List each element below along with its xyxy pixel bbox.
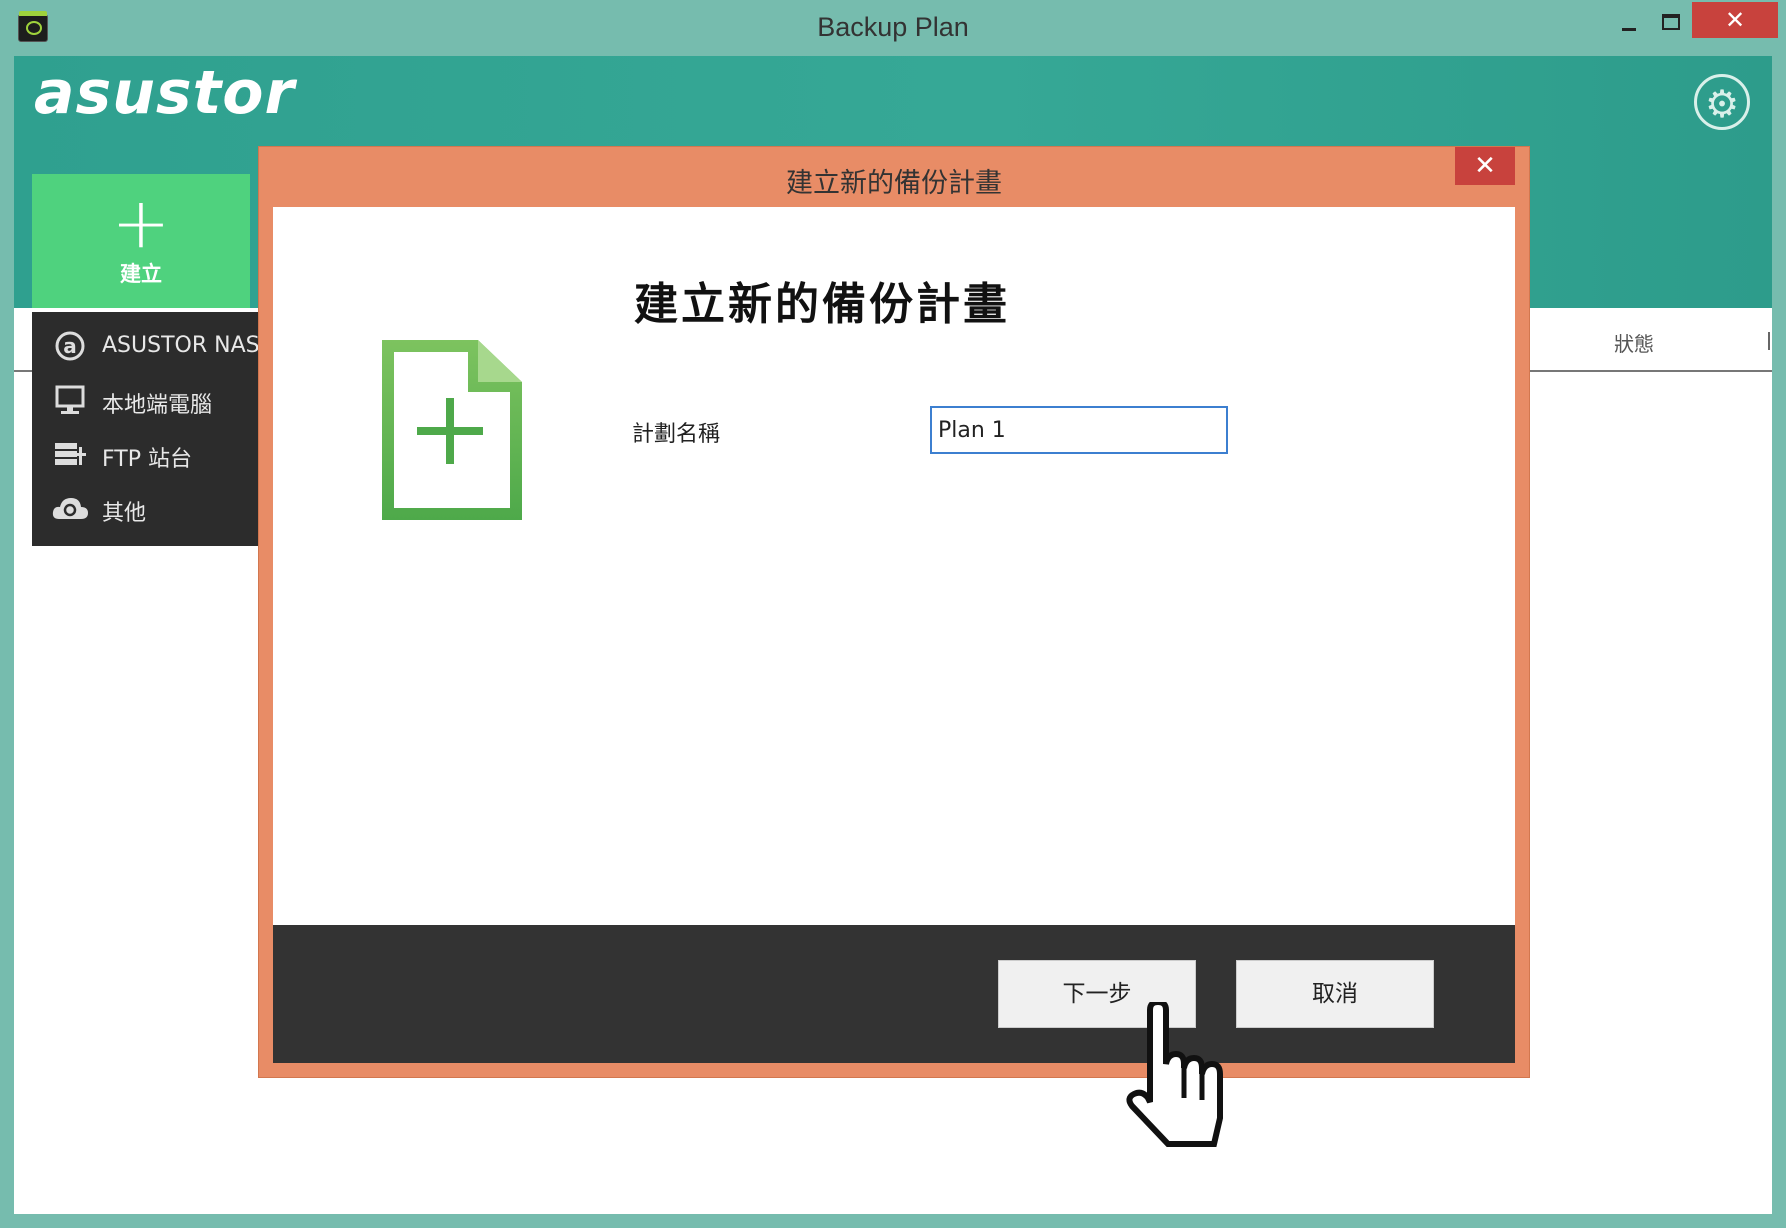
plan-name-label: 計劃名稱: [632, 422, 721, 447]
menu-item-asustor-nas[interactable]: a ASUSTOR NAS: [32, 320, 260, 372]
dialog-heading: 建立新的備份計畫: [634, 279, 1010, 330]
cancel-button[interactable]: 取消: [1236, 960, 1434, 1028]
create-button[interactable]: + 建立: [32, 174, 250, 308]
dialog-close-button[interactable]: ✕: [1455, 147, 1515, 185]
menu-item-label: 其他: [102, 501, 147, 526]
menu-item-label: FTP 站台: [102, 447, 192, 472]
column-header-status[interactable]: 狀態: [1614, 328, 1654, 357]
create-dropdown-menu: a ASUSTOR NAS 本地端電腦 FTP 站台 其他: [32, 312, 260, 546]
plan-name-input[interactable]: [930, 406, 1228, 454]
close-window-button[interactable]: ✕: [1692, 2, 1778, 38]
menu-item-local-pc[interactable]: 本地端電腦: [32, 374, 258, 426]
gear-icon[interactable]: ⚙: [1694, 74, 1750, 130]
dialog-title: 建立新的備份計畫: [786, 168, 1002, 199]
title-bar: Backup Plan ✕: [0, 0, 1786, 56]
plus-icon: +: [111, 182, 171, 264]
window-title: Backup Plan: [817, 12, 969, 42]
minimize-icon[interactable]: [1610, 14, 1650, 40]
maximize-icon[interactable]: [1650, 8, 1690, 38]
cloud-icon: [50, 492, 90, 524]
app-window: Backup Plan ✕ asustor ⚙ + 建立 狀態 a ASUSTO…: [0, 0, 1786, 1228]
menu-item-label: ASUSTOR NAS: [102, 333, 260, 358]
menu-item-other[interactable]: 其他: [32, 482, 258, 534]
create-button-label: 建立: [120, 262, 162, 286]
asustor-logo-icon: a: [50, 330, 90, 362]
hand-cursor-icon: [1124, 998, 1264, 1162]
menu-item-ftp[interactable]: FTP 站台: [32, 428, 258, 480]
column-divider[interactable]: [1768, 332, 1770, 350]
menu-item-label: 本地端電腦: [102, 393, 213, 418]
svg-text:a: a: [63, 334, 77, 358]
new-document-icon: [378, 336, 526, 524]
monitor-icon: [50, 384, 90, 416]
ftp-server-icon: [50, 438, 90, 470]
asustor-logo: asustor: [34, 58, 296, 128]
